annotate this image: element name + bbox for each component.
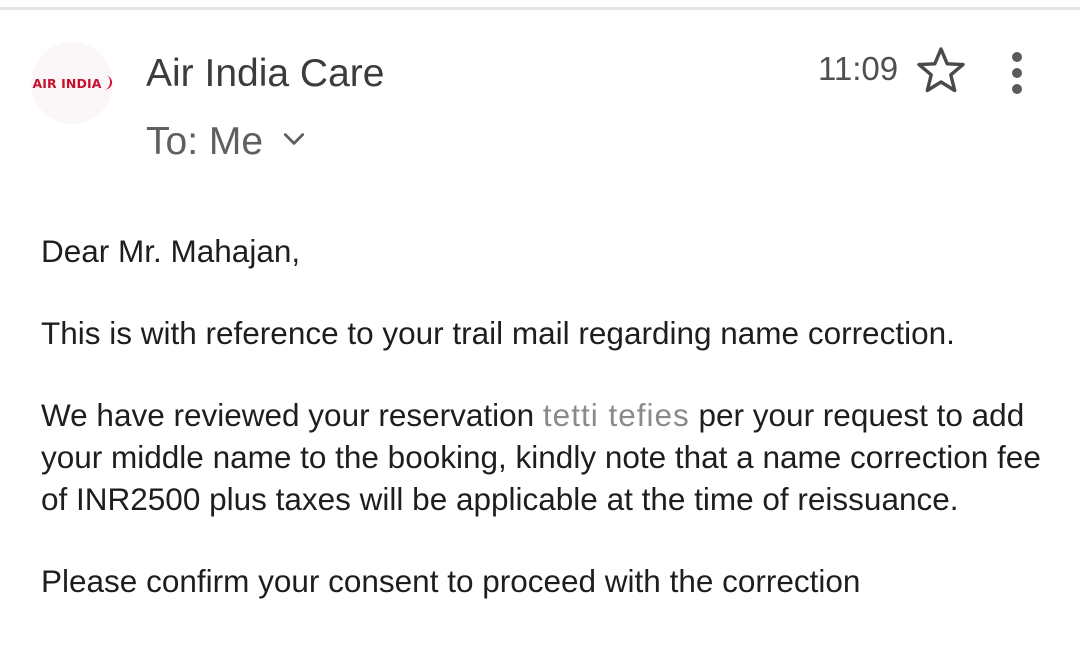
body-paragraph-1: This is with reference to your trail mai… (41, 315, 955, 351)
paragraph-2-start: We have reviewed your reservation (41, 397, 543, 433)
email-body: Dear Mr. Mahajan, This is with reference… (41, 230, 1051, 642)
redacted-text: tetti tefies (542, 397, 690, 433)
received-time: 11:09 (818, 50, 899, 87)
email-view: AIR INDIA Air India Care To: Me 11:09 De… (0, 0, 1080, 658)
top-divider (0, 7, 1080, 10)
air-india-logo: AIR INDIA (32, 75, 113, 91)
star-icon[interactable] (916, 46, 966, 94)
body-paragraph-3-partial: Please confirm your consent to proceed w… (41, 563, 861, 599)
body-paragraph-2: We have reviewed your reservation tetti … (41, 394, 1051, 520)
sender-name[interactable]: Air India Care (146, 52, 384, 96)
greeting: Dear Mr. Mahajan, (41, 233, 301, 269)
more-options-icon[interactable] (1003, 49, 1031, 99)
chevron-down-icon[interactable] (281, 126, 307, 152)
sender-avatar[interactable]: AIR INDIA (31, 42, 113, 124)
recipient-label: To: Me (146, 120, 264, 163)
recipient-details-toggle[interactable]: To: Me (146, 120, 307, 164)
avatar-logo-text: AIR INDIA (32, 75, 102, 91)
logo-swoosh-icon (102, 75, 113, 91)
